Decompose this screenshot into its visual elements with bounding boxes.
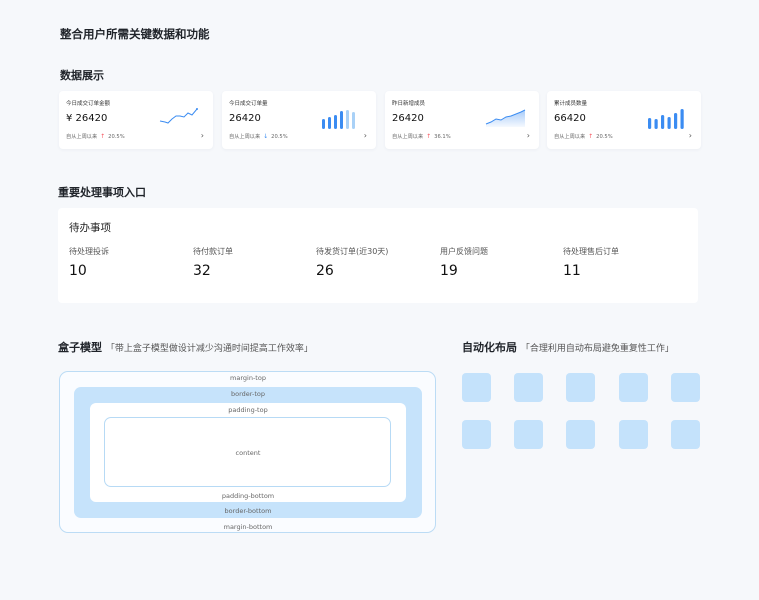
stat-card-order-amount[interactable]: 今日成交订单金额 ¥ 26420 自从上周以来 ↑ 20.5% › xyxy=(59,91,213,149)
stat-card-label: 累计成员数量 xyxy=(554,101,588,107)
auto-layout-title: 自动化布局 xyxy=(462,341,517,354)
auto-layout-heading: 自动化布局 「合理利用自动布局避免重复性工作」 xyxy=(462,339,674,355)
todo-item-to-ship[interactable]: 待发货订单(近30天) 26 xyxy=(316,246,388,279)
todo-item-value: 11 xyxy=(563,263,581,279)
padding-bottom-label: padding-bottom xyxy=(221,492,275,500)
chevron-right-icon[interactable]: › xyxy=(364,131,367,140)
layout-tile xyxy=(566,373,595,402)
layout-tile xyxy=(671,373,700,402)
chevron-right-icon[interactable]: › xyxy=(527,131,530,140)
margin-bottom-label: margin-bottom xyxy=(223,523,273,531)
layout-tile xyxy=(462,420,491,449)
stat-card-trend: 自从上周以来 ↑ 20.5% xyxy=(66,133,125,140)
stat-card-value: 26420 xyxy=(229,113,261,124)
todo-item-value: 19 xyxy=(440,263,458,279)
border-top-label: border-top xyxy=(230,390,266,398)
border-bottom-label: border-bottom xyxy=(224,507,272,515)
trend-percent: 20.5% xyxy=(596,133,613,140)
stat-card-trend: 自从上周以来 ↓ 20.5% xyxy=(229,133,288,140)
todo-item-label: 待发货订单(近30天) xyxy=(316,247,389,256)
bar-sparkline xyxy=(322,110,355,129)
trend-label: 自从上周以来 xyxy=(392,134,424,140)
todo-item-unpaid[interactable]: 待付款订单 32 xyxy=(193,246,233,279)
todo-item-value: 26 xyxy=(316,263,334,279)
stat-card-trend: 自从上周以来 ↑ 36.1% xyxy=(392,133,451,140)
todo-item-value: 10 xyxy=(69,263,87,279)
box-model-heading: 盒子模型 「带上盒子模型做设计减少沟通时间提高工作效率」 xyxy=(58,339,313,355)
arrow-down-icon: ↓ xyxy=(263,132,269,140)
trend-percent: 20.5% xyxy=(271,133,288,140)
layout-tile xyxy=(566,420,595,449)
stat-card-value: ¥ 26420 xyxy=(66,113,108,124)
stat-card-label: 昨日新增成员 xyxy=(392,101,426,107)
line-sparkline xyxy=(159,108,198,124)
auto-layout-subtitle: 「合理利用自动布局避免重复性工作」 xyxy=(520,344,674,354)
layout-tile xyxy=(619,420,648,449)
arrow-up-icon: ↑ xyxy=(426,132,432,140)
layout-tile xyxy=(514,373,543,402)
box-model-title: 盒子模型 xyxy=(58,341,102,354)
area-sparkline xyxy=(485,109,526,127)
todo-title: 待办事项 xyxy=(69,222,111,234)
todo-item-after-sale[interactable]: 待处理售后订单 11 xyxy=(563,246,619,279)
layout-tile xyxy=(514,420,543,449)
arrow-up-icon: ↑ xyxy=(588,132,594,140)
section-title-data: 数据展示 xyxy=(60,69,104,82)
todo-item-feedback[interactable]: 用户反馈问题 19 xyxy=(440,246,488,279)
stat-card-label: 今日成交订单量 xyxy=(229,101,268,107)
chevron-right-icon[interactable]: › xyxy=(201,131,204,140)
trend-label: 自从上周以来 xyxy=(229,134,261,140)
margin-top-label: margin-top xyxy=(230,374,266,382)
trend-percent: 36.1% xyxy=(434,133,451,140)
stat-card-order-count[interactable]: 今日成交订单量 26420 自从上周以来 ↓ 20.5% › xyxy=(222,91,376,149)
chevron-right-icon[interactable]: › xyxy=(689,131,692,140)
trend-percent: 20.5% xyxy=(108,133,125,140)
layout-tile xyxy=(671,420,700,449)
section-title-entry: 重要处理事项入口 xyxy=(58,186,146,199)
padding-top-label: padding-top xyxy=(228,406,268,414)
todo-item-label: 待处理售后订单 xyxy=(563,247,619,256)
stat-card-label: 今日成交订单金额 xyxy=(66,101,111,107)
bar-sparkline xyxy=(648,109,684,129)
arrow-up-icon: ↑ xyxy=(100,132,106,140)
box-model-subtitle: 「带上盒子模型做设计减少沟通时间提高工作效率」 xyxy=(105,344,313,354)
stat-card-new-members[interactable]: 昨日新增成员 26420 自从上周以来 ↑ 36.1% › xyxy=(385,91,539,149)
trend-label: 自从上周以来 xyxy=(66,134,98,140)
layout-tile xyxy=(462,373,491,402)
stat-card-trend: 自从上周以来 ↑ 20.5% xyxy=(554,133,613,140)
todo-item-label: 待处理投诉 xyxy=(69,247,109,256)
stat-card-value: 66420 xyxy=(554,113,586,124)
stat-card-value: 26420 xyxy=(392,113,424,124)
page-title: 整合用户所需关键数据和功能 xyxy=(60,27,210,41)
todo-item-value: 32 xyxy=(193,263,211,279)
content-label: content xyxy=(235,449,261,457)
layout-tile xyxy=(619,373,648,402)
todo-item-label: 用户反馈问题 xyxy=(440,247,488,256)
todo-item-label: 待付款订单 xyxy=(193,247,233,256)
todo-panel: 待办事项 待处理投诉 10 待付款订单 32 待发货订单(近30天) 26 用户… xyxy=(58,208,698,303)
todo-item-complaints[interactable]: 待处理投诉 10 xyxy=(69,246,109,279)
trend-label: 自从上周以来 xyxy=(554,134,586,140)
stat-card-total-members[interactable]: 累计成员数量 66420 自从上周以来 ↑ 20.5% › xyxy=(547,91,701,149)
